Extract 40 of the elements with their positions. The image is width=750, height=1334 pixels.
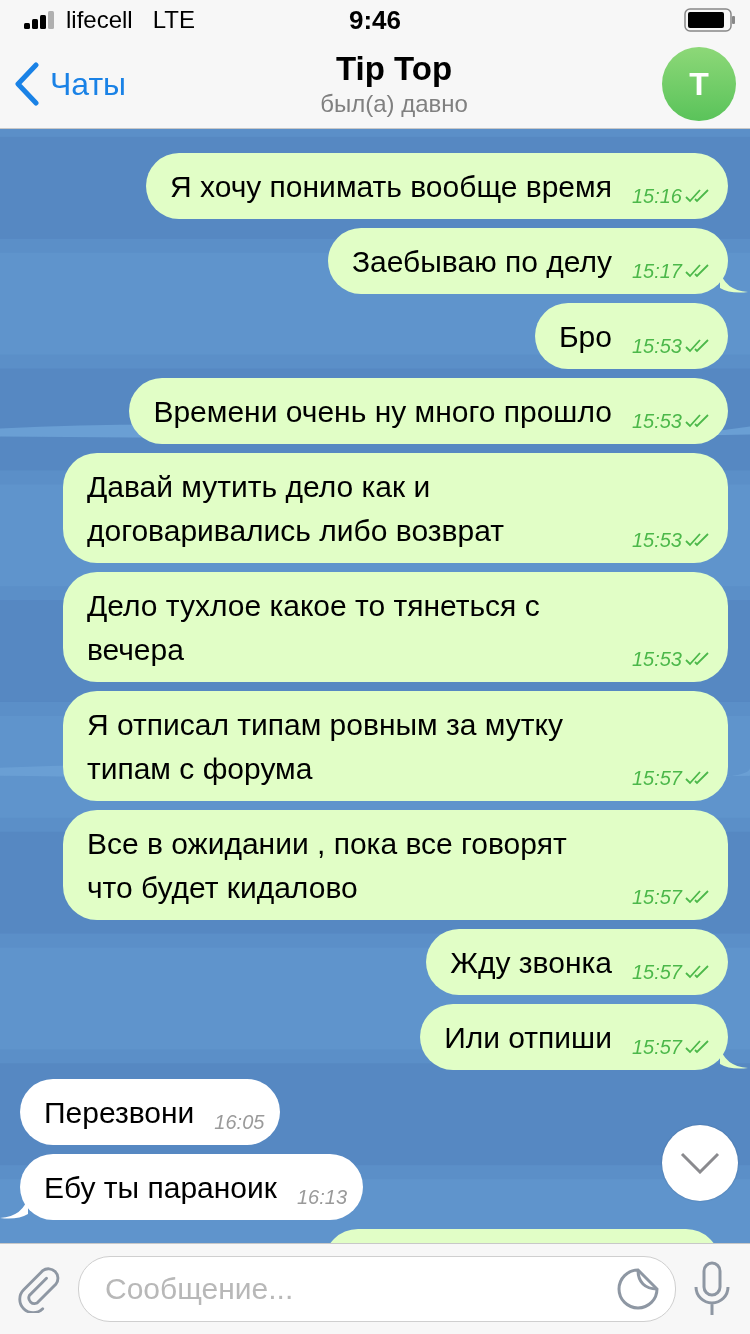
microphone-button[interactable] (692, 1261, 732, 1317)
message-time: 16:13 (296, 1185, 347, 1210)
battery-icon (684, 8, 736, 32)
attach-button[interactable] (18, 1265, 62, 1313)
message-text: Давай мутить дело как и договаривались либо возврат (86, 469, 505, 549)
message-time: 15:57 (631, 1035, 682, 1060)
message-text: Все в ожидании , пока все говорят что будет кидалово (86, 826, 568, 906)
message-text: Жду звонка (450, 945, 612, 981)
sticker-icon[interactable] (617, 1268, 659, 1310)
message-field[interactable]: Сообщение... (78, 1256, 676, 1322)
message-text: Перезвони (44, 1095, 195, 1131)
message-text: Или отпиши (444, 1020, 612, 1056)
message-time: 15:53 (631, 409, 682, 434)
message-text: Времени очень ну много прошло (153, 394, 612, 430)
carrier-name: lifecell (66, 6, 133, 34)
message-time: 15:53 (631, 528, 682, 553)
status-time: 9:46 (348, 4, 401, 36)
message-text: Бро (558, 319, 612, 355)
paperclip-icon (18, 1265, 62, 1313)
message-time: 15:53 (631, 647, 682, 672)
chevron-down-icon (680, 1152, 720, 1174)
message-text: Дело тухлое какое то тянеться с вечера (86, 588, 541, 668)
message-text: Я отписал типам ровным за мутку типам с форума (86, 707, 564, 787)
avatar[interactable]: T (662, 47, 736, 121)
chat-title: Tip Top (336, 50, 453, 88)
message-text: Я хочу понимать вообще время (169, 169, 612, 205)
last-seen-status: был(а) давно (320, 90, 468, 118)
back-button[interactable]: Чаты (14, 62, 127, 106)
message-time: 15:17 (631, 259, 682, 284)
message-time: 15:57 (631, 960, 682, 985)
chevron-left-icon (14, 62, 40, 106)
message-time: 15:57 (631, 885, 682, 910)
message-text: Ебу ты параноик (44, 1170, 277, 1206)
message-text: Заебываю по делу (351, 244, 612, 280)
message-time: 16:05 (214, 1110, 265, 1135)
message-time: 15:53 (631, 334, 682, 359)
microphone-icon (692, 1261, 732, 1317)
message-time: 15:16 (631, 184, 682, 209)
network-type: LTE (152, 6, 195, 34)
message-time: 15:57 (631, 766, 682, 791)
